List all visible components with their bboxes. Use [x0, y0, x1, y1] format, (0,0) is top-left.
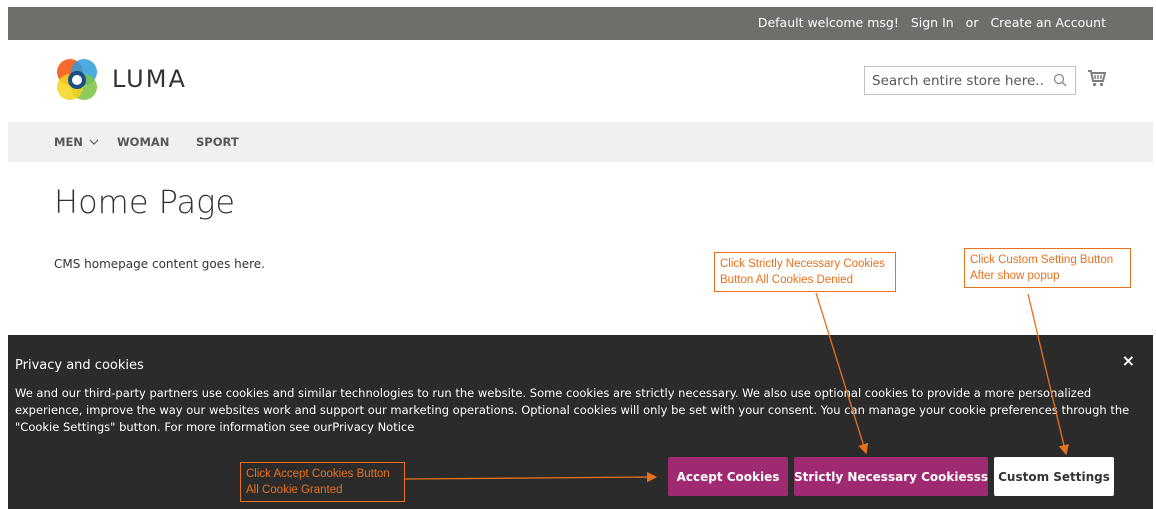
- nav-item-men[interactable]: MEN: [54, 135, 99, 149]
- annotation-line: All Cookie Granted: [246, 484, 343, 496]
- search-icon[interactable]: [1053, 73, 1067, 87]
- header-links: Default welcome msg! Sign In or Create a…: [758, 15, 1106, 30]
- sign-in-link[interactable]: Sign In: [911, 15, 954, 30]
- annotation-line: Button All Cookies Denied: [720, 274, 853, 286]
- cookie-banner-text: We and our third-party partners use cook…: [15, 386, 1130, 434]
- annotation-line: Click Strictly Necessary Cookies: [720, 258, 885, 270]
- create-account-link[interactable]: Create an Account: [990, 15, 1106, 30]
- search-input[interactable]: [865, 67, 1045, 94]
- logo-text: LUMA: [112, 65, 187, 93]
- top-header-bar: Default welcome msg! Sign In or Create a…: [8, 7, 1153, 40]
- cookie-banner-heading: Privacy and cookies: [15, 358, 144, 373]
- annotation-custom-settings: Click Custom Setting Button After show p…: [964, 248, 1131, 288]
- nav-item-label: SPORT: [196, 135, 239, 149]
- nav-item-label: WOMAN: [117, 135, 170, 149]
- chevron-down-icon: [89, 135, 99, 149]
- close-icon[interactable]: ×: [1122, 351, 1135, 370]
- page-title: Home Page: [54, 183, 236, 221]
- strictly-necessary-cookies-button[interactable]: Strictly Necessary Cookiesss: [794, 457, 988, 496]
- main-navigation: MEN WOMAN SPORT: [8, 122, 1153, 162]
- annotation-accept-cookies: Click Accept Cookies Button All Cookie G…: [240, 462, 405, 502]
- nav-item-label: MEN: [54, 135, 83, 149]
- cookie-banner: Privacy and cookies × We and our third-p…: [8, 335, 1153, 509]
- search-box: [864, 66, 1076, 95]
- annotation-line: After show popup: [970, 270, 1060, 282]
- welcome-message: Default welcome msg!: [757, 15, 899, 30]
- luma-logo-icon: [57, 59, 97, 100]
- nav-item-sport[interactable]: SPORT: [196, 135, 239, 149]
- or-text: or: [965, 15, 979, 30]
- accept-cookies-button[interactable]: Accept Cookies: [668, 457, 788, 496]
- custom-settings-button[interactable]: Custom Settings: [994, 457, 1114, 496]
- annotation-strict-cookies: Click Strictly Necessary Cookies Button …: [714, 252, 896, 292]
- cart-icon[interactable]: [1087, 68, 1107, 88]
- cms-content: CMS homepage content goes here.: [54, 257, 265, 271]
- luma-logo[interactable]: LUMA: [54, 57, 204, 103]
- annotation-line: Click Custom Setting Button: [970, 254, 1114, 266]
- nav-item-woman[interactable]: WOMAN: [117, 135, 169, 149]
- annotation-line: Click Accept Cookies Button: [246, 468, 390, 480]
